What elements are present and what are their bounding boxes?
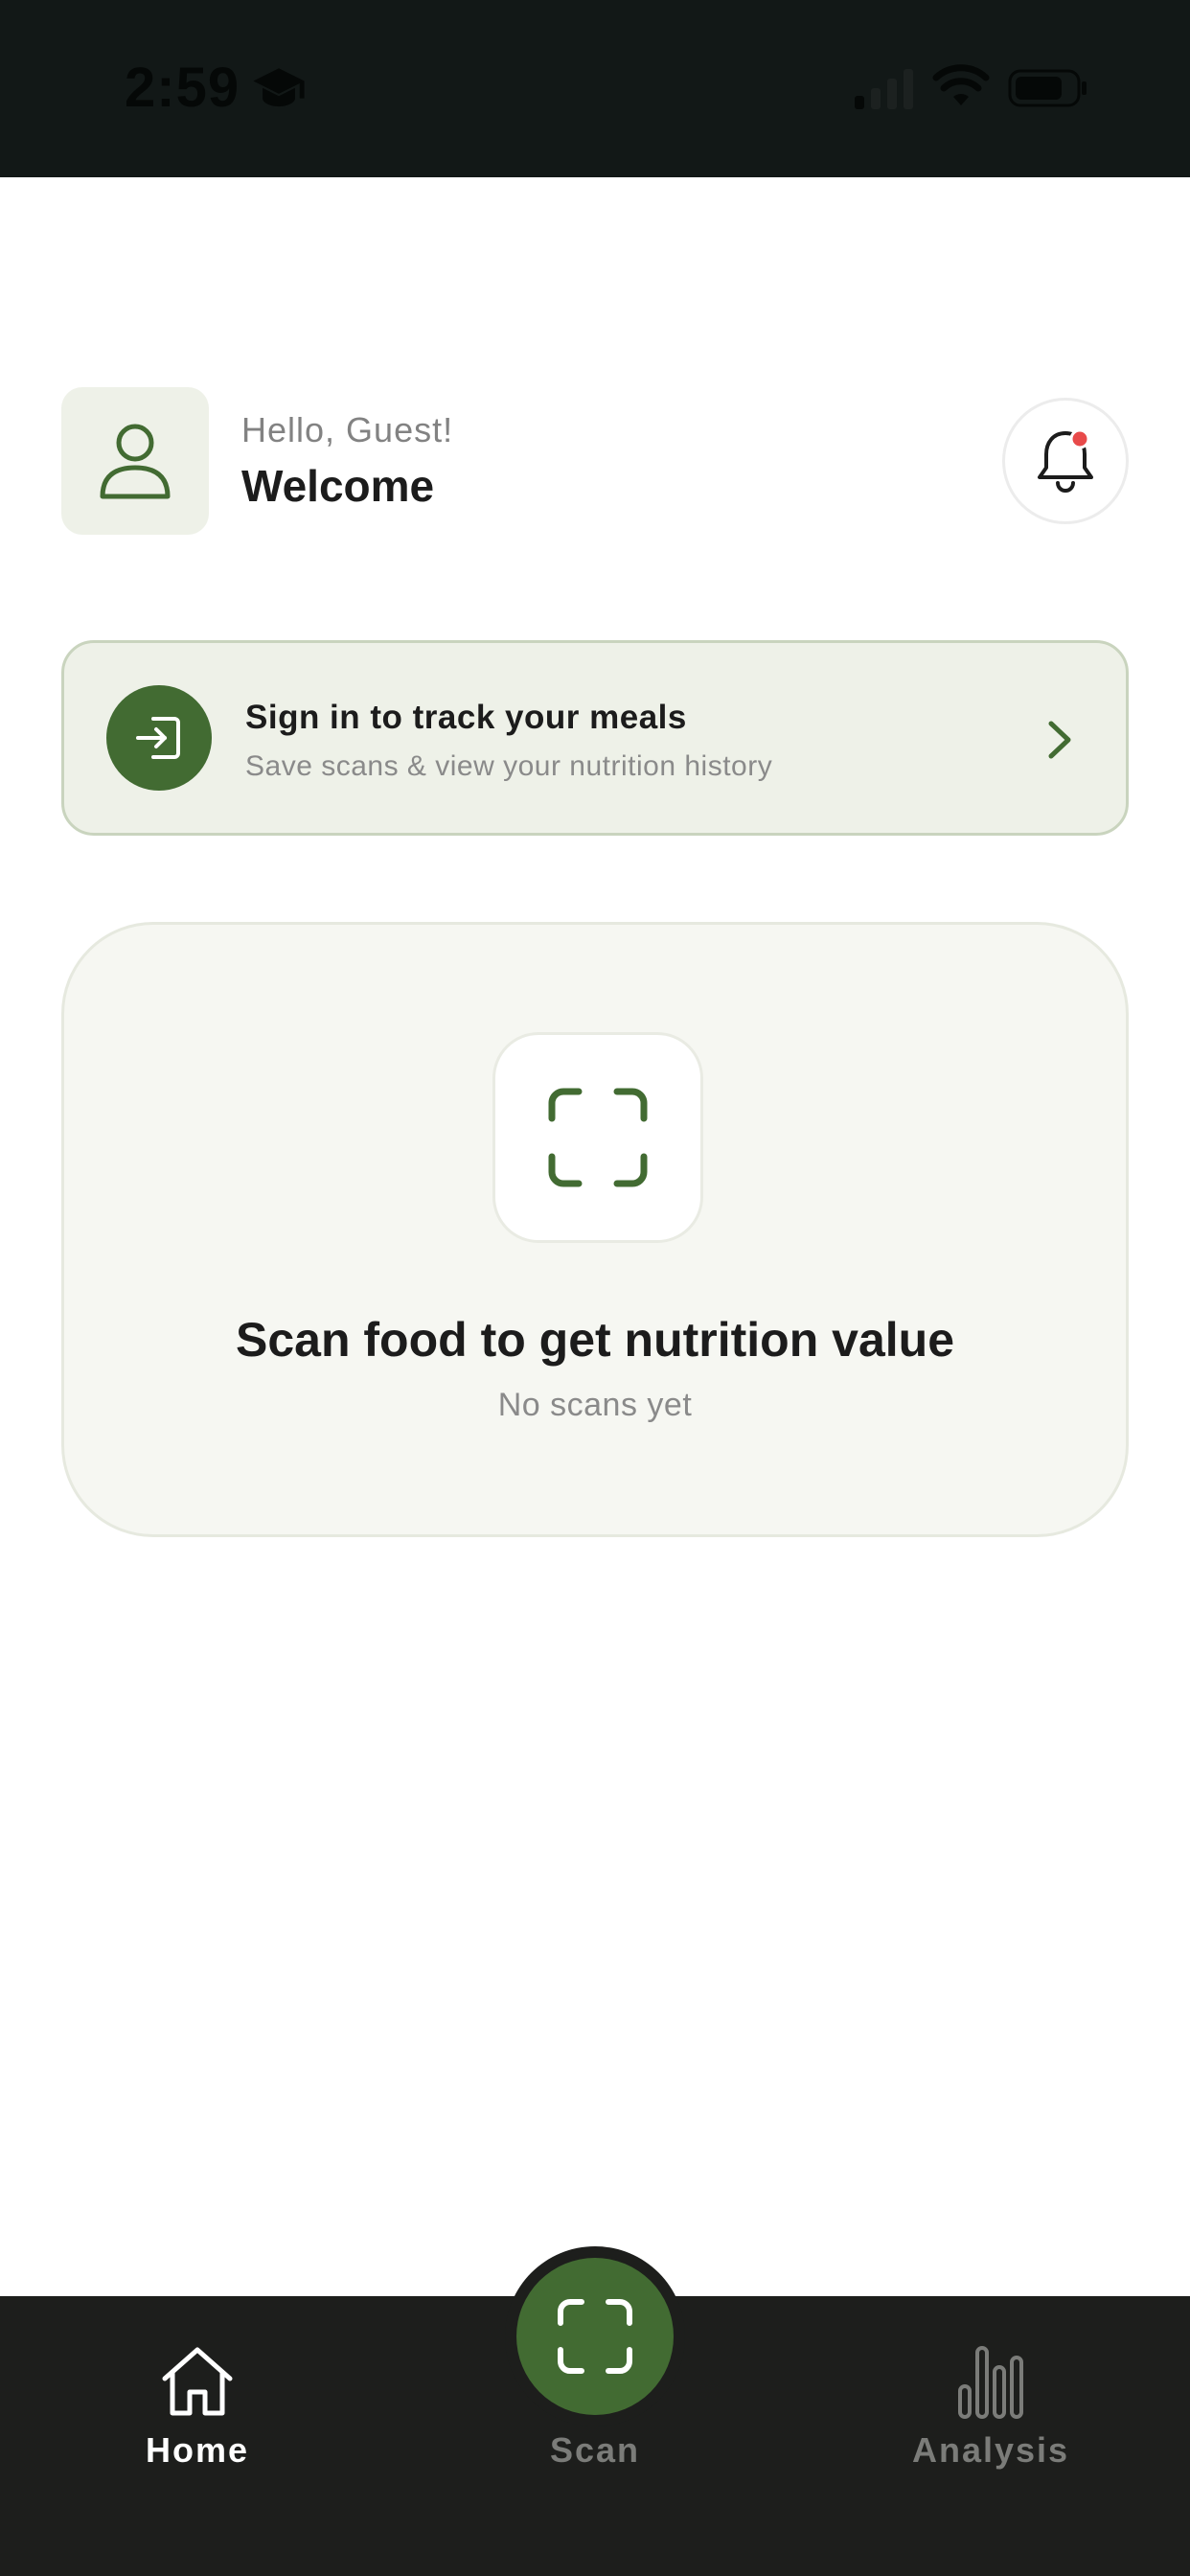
home-icon [162, 2347, 233, 2416]
graduation-cap-icon [253, 68, 305, 107]
scan-icon-box[interactable] [492, 1032, 703, 1243]
signin-title: Sign in to track your meals [245, 699, 687, 736]
nav-label-scan: Scan [549, 2430, 641, 2470]
chevron-right-icon [1048, 721, 1071, 759]
nav-item-home[interactable]: Home [54, 2296, 341, 2576]
scan-frame-icon [548, 1088, 648, 1187]
nav-label-home: Home [145, 2430, 250, 2470]
bar-chart-icon [958, 2346, 1023, 2419]
scan-empty-state-card[interactable]: Scan food to get nutrition value No scan… [61, 922, 1129, 1537]
sign-in-icon [136, 717, 180, 759]
scan-frame-icon [558, 2299, 632, 2374]
signin-icon-wrapper [106, 685, 212, 791]
user-icon [100, 424, 171, 499]
welcome-heading: Welcome [241, 461, 435, 511]
avatar[interactable] [61, 387, 209, 535]
cellular-signal-icon [855, 69, 913, 109]
nav-label-analysis: Analysis [911, 2430, 1070, 2470]
bell-icon [1038, 428, 1093, 493]
notifications-button[interactable] [1002, 398, 1129, 524]
nav-item-analysis[interactable]: Analysis [847, 2296, 1134, 2576]
signin-subtitle: Save scans & view your nutrition history [245, 750, 773, 782]
scan-subtitle: No scans yet [497, 1387, 693, 1423]
status-time: 2:59 [125, 57, 240, 119]
status-bar: 2:59 [0, 0, 1190, 177]
greeting-text: Hello, Guest! [241, 410, 454, 449]
signin-card[interactable]: Sign in to track your meals Save scans &… [61, 640, 1129, 836]
scan-fab-button[interactable] [516, 2258, 674, 2415]
battery-icon [1008, 69, 1087, 107]
scan-title: Scan food to get nutrition value [236, 1313, 954, 1367]
notification-badge [1069, 428, 1090, 449]
wifi-icon [932, 64, 990, 105]
